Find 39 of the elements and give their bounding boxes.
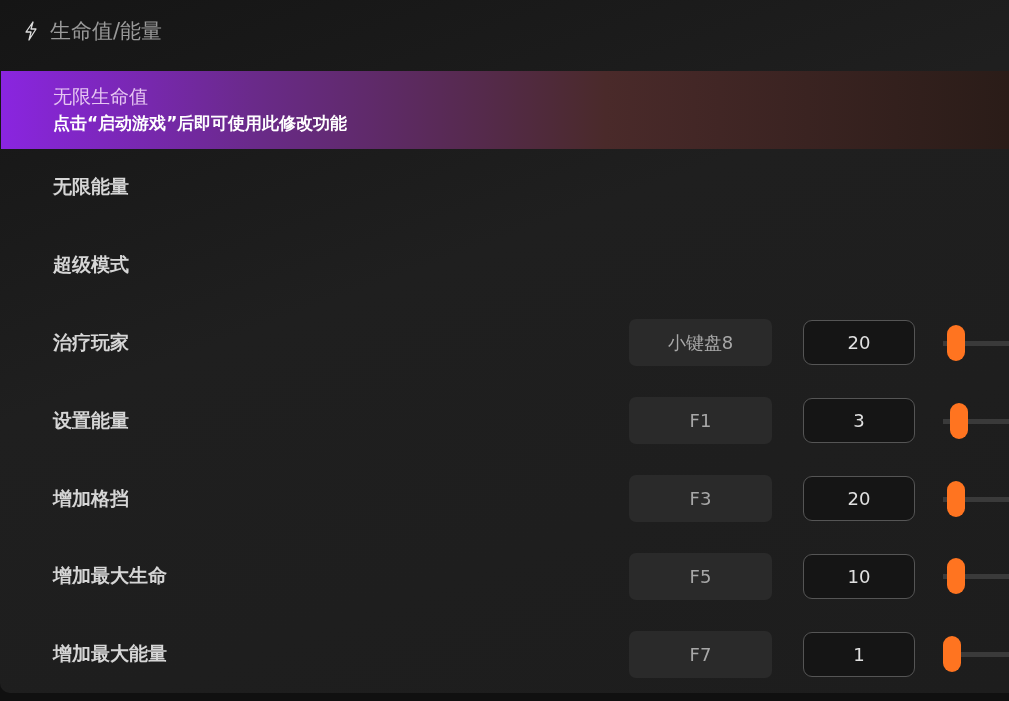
- option-row[interactable]: 设置能量 F1 3: [1, 381, 1009, 460]
- slider[interactable]: [943, 480, 1009, 517]
- option-label: 无限能量: [53, 174, 130, 200]
- value-input[interactable]: 20: [803, 476, 915, 521]
- option-row[interactable]: 超级模式: [1, 226, 1009, 305]
- slider-thumb[interactable]: [946, 325, 965, 361]
- hotkey-button[interactable]: 小键盘8: [629, 319, 772, 367]
- hotkey-button[interactable]: F3: [629, 475, 772, 522]
- slider-thumb[interactable]: [950, 402, 969, 439]
- option-row[interactable]: 无限能量: [1, 148, 1009, 227]
- option-row[interactable]: 增加格挡 F3 20: [1, 459, 1009, 538]
- slider[interactable]: [943, 325, 1009, 361]
- value-input[interactable]: 3: [803, 398, 915, 444]
- option-label: 增加最大能量: [53, 641, 168, 667]
- value-input[interactable]: 1: [803, 631, 915, 677]
- highlighted-row[interactable]: 无限生命值 点击“启动游戏”后即可使用此修改功能: [1, 70, 1009, 149]
- option-label: 无限生命值: [53, 84, 149, 110]
- slider[interactable]: [943, 558, 1009, 595]
- option-row[interactable]: 增加最大生命 F5 10: [1, 537, 1009, 616]
- option-label: 治疗玩家: [53, 330, 130, 355]
- option-note: 点击“启动游戏”后即可使用此修改功能: [53, 112, 349, 136]
- lightning-icon: [24, 21, 38, 42]
- hotkey-button[interactable]: F5: [629, 552, 772, 600]
- option-label: 设置能量: [53, 407, 130, 433]
- slider-thumb[interactable]: [946, 480, 965, 517]
- slider[interactable]: [943, 402, 1009, 439]
- option-row[interactable]: 治疗玩家 小键盘8 20: [1, 304, 1009, 382]
- slider-thumb[interactable]: [946, 558, 965, 595]
- option-label: 增加最大生命: [53, 563, 168, 589]
- option-row[interactable]: 增加最大能量 F7 1: [1, 615, 1009, 693]
- value-input[interactable]: 20: [803, 320, 915, 366]
- hotkey-button[interactable]: F1: [629, 397, 772, 445]
- hotkey-button[interactable]: F7: [629, 630, 772, 678]
- section-title: 生命值/能量: [50, 18, 163, 46]
- slider-thumb[interactable]: [943, 636, 961, 673]
- slider[interactable]: [943, 636, 1009, 673]
- value-input[interactable]: 10: [803, 553, 915, 599]
- option-label: 超级模式: [53, 252, 130, 278]
- option-label: 增加格挡: [53, 485, 130, 511]
